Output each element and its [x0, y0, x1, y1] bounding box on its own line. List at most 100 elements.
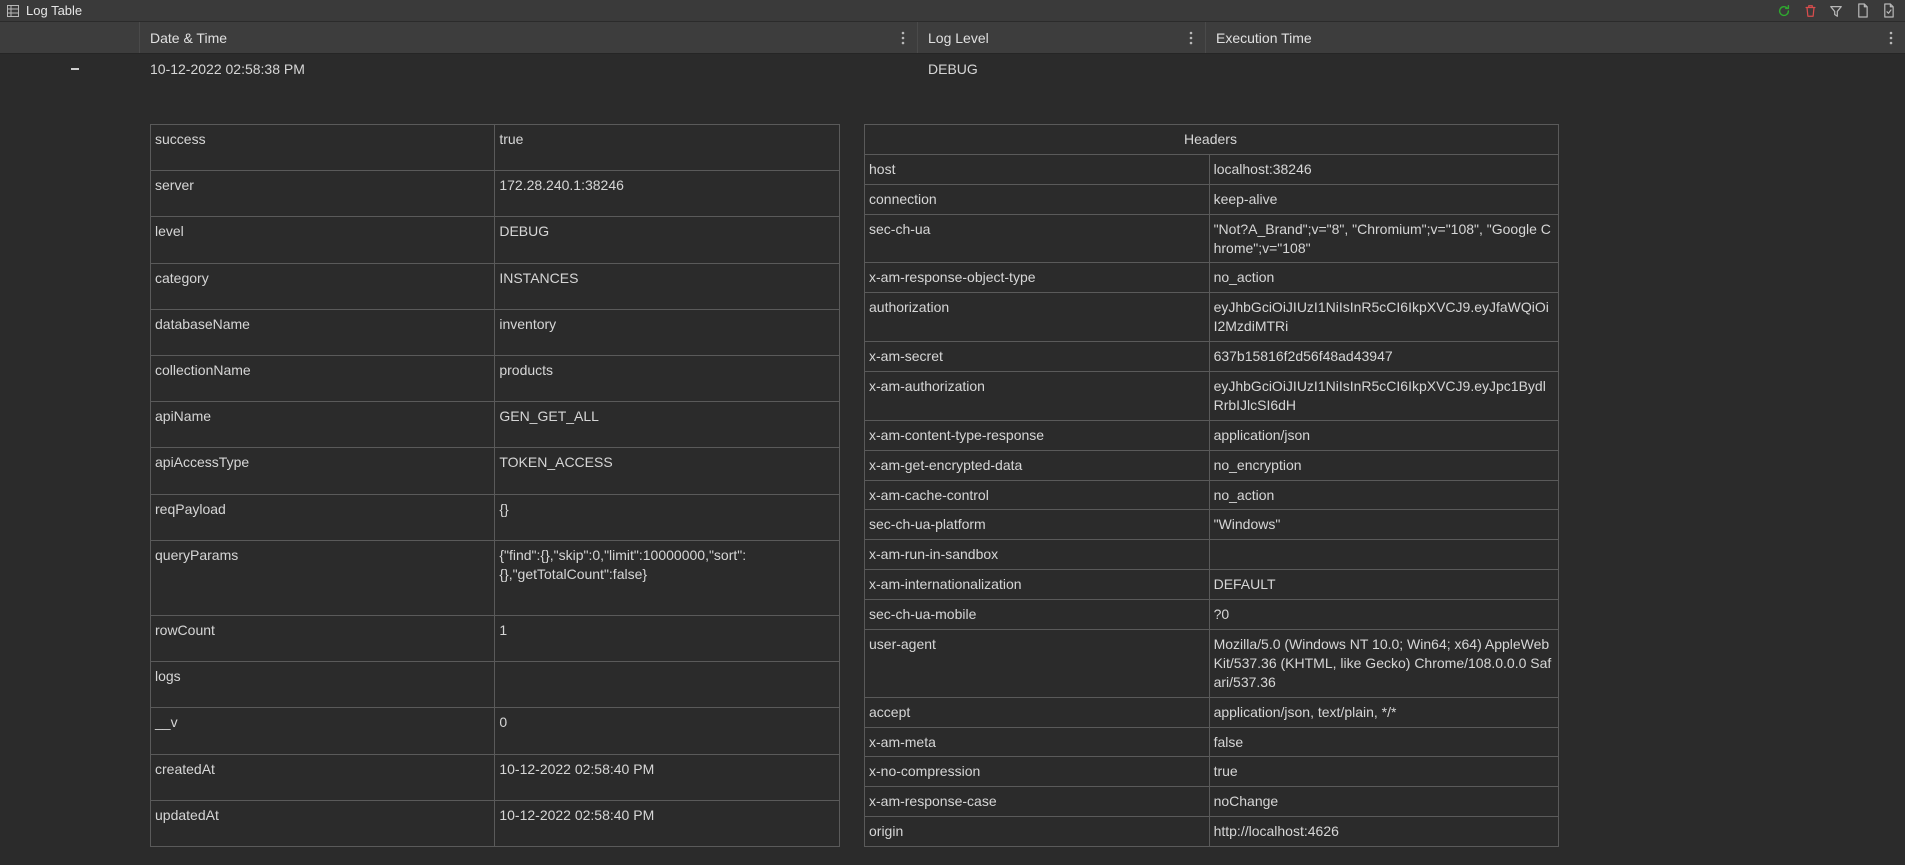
header-key: x-am-cache-control	[865, 480, 1210, 510]
header-row: authorizationeyJhbGciOiJIUzI1NiIsInR5cCI…	[865, 293, 1559, 342]
header-value: no_encryption	[1209, 450, 1558, 480]
detail-value: 1	[495, 616, 840, 662]
header-value: no_action	[1209, 263, 1558, 293]
column-menu-loglevel[interactable]	[1183, 30, 1199, 46]
header-key: sec-ch-ua	[865, 214, 1210, 263]
detail-value	[495, 662, 840, 708]
cell-loglevel: DEBUG	[918, 61, 1206, 77]
header-row: x-am-metafalse	[865, 727, 1559, 757]
detail-row: queryParams{"find":{},"skip":0,"limit":1…	[151, 540, 840, 615]
header-value: false	[1209, 727, 1558, 757]
detail-key: logs	[151, 662, 495, 708]
header-row: hostlocalhost:38246	[865, 154, 1559, 184]
detail-key: updatedAt	[151, 800, 495, 846]
detail-row: rowCount1	[151, 616, 840, 662]
detail-key: __v	[151, 708, 495, 754]
copy-button[interactable]	[1877, 2, 1899, 20]
header-datetime[interactable]: Date & Time	[140, 22, 918, 53]
header-loglevel-label: Log Level	[928, 30, 989, 46]
header-value: eyJhbGciOiJIUzI1NiIsInR5cCI6IkpXVCJ9.eyJ…	[1209, 372, 1558, 421]
filter-button[interactable]	[1825, 2, 1847, 20]
header-key: authorization	[865, 293, 1210, 342]
detail-row: server172.28.240.1:38246	[151, 171, 840, 217]
header-value: "Windows"	[1209, 510, 1558, 540]
header-key: x-am-content-type-response	[865, 420, 1210, 450]
header-key: x-am-internationalization	[865, 570, 1210, 600]
header-loglevel[interactable]: Log Level	[918, 22, 1206, 53]
table-header: Date & Time Log Level Execution Time	[0, 22, 1905, 54]
detail-table-headers: Headers hostlocalhost:38246connectionkee…	[864, 124, 1559, 847]
header-row: acceptapplication/json, text/plain, */*	[865, 697, 1559, 727]
detail-key: level	[151, 217, 495, 263]
header-key: x-am-response-case	[865, 787, 1210, 817]
header-value	[1209, 540, 1558, 570]
header-row: sec-ch-ua-platform"Windows"	[865, 510, 1559, 540]
header-key: sec-ch-ua-mobile	[865, 600, 1210, 630]
column-menu-datetime[interactable]	[895, 30, 911, 46]
detail-value: DEBUG	[495, 217, 840, 263]
cell-datetime: 10-12-2022 02:58:38 PM	[140, 61, 918, 77]
header-value: application/json, text/plain, */*	[1209, 697, 1558, 727]
header-row: connectionkeep-alive	[865, 184, 1559, 214]
detail-row: apiAccessTypeTOKEN_ACCESS	[151, 448, 840, 494]
header-key: origin	[865, 817, 1210, 847]
table-row[interactable]: 10-12-2022 02:58:38 PM DEBUG	[0, 54, 1905, 84]
detail-value: 0	[495, 708, 840, 754]
detail-table-left: successtrueserver172.28.240.1:38246level…	[150, 124, 840, 847]
panel-title: Log Table	[26, 3, 82, 18]
header-key: user-agent	[865, 630, 1210, 698]
header-value: http://localhost:4626	[1209, 817, 1558, 847]
header-datetime-label: Date & Time	[150, 30, 227, 46]
detail-key: createdAt	[151, 754, 495, 800]
column-menu-exectime[interactable]	[1883, 30, 1899, 46]
detail-value: {}	[495, 494, 840, 540]
detail-value: TOKEN_ACCESS	[495, 448, 840, 494]
header-value: keep-alive	[1209, 184, 1558, 214]
detail-value: 10-12-2022 02:58:40 PM	[495, 754, 840, 800]
detail-row: logs	[151, 662, 840, 708]
detail-key: rowCount	[151, 616, 495, 662]
detail-value: 172.28.240.1:38246	[495, 171, 840, 217]
detail-row: collectionNameproducts	[151, 355, 840, 401]
header-key: x-am-run-in-sandbox	[865, 540, 1210, 570]
detail-row: createdAt10-12-2022 02:58:40 PM	[151, 754, 840, 800]
header-row: originhttp://localhost:4626	[865, 817, 1559, 847]
detail-value: inventory	[495, 309, 840, 355]
detail-key: category	[151, 263, 495, 309]
detail-value: 10-12-2022 02:58:40 PM	[495, 800, 840, 846]
detail-key: reqPayload	[151, 494, 495, 540]
detail-row: __v0	[151, 708, 840, 754]
detail-value: products	[495, 355, 840, 401]
delete-button[interactable]	[1799, 2, 1821, 20]
panel-titlebar: Log Table	[0, 0, 1905, 22]
detail-panel: successtrueserver172.28.240.1:38246level…	[0, 84, 1905, 857]
collapse-icon[interactable]	[67, 61, 83, 77]
header-row: x-am-content-type-responseapplication/js…	[865, 420, 1559, 450]
header-value: true	[1209, 757, 1558, 787]
header-row: x-am-run-in-sandbox	[865, 540, 1559, 570]
header-exectime[interactable]: Execution Time	[1206, 22, 1905, 53]
header-value: "Not?A_Brand";v="8", "Chromium";v="108",…	[1209, 214, 1558, 263]
export-button[interactable]	[1851, 2, 1873, 20]
header-value: DEFAULT	[1209, 570, 1558, 600]
detail-row: apiNameGEN_GET_ALL	[151, 402, 840, 448]
detail-row: successtrue	[151, 125, 840, 171]
detail-key: apiAccessType	[151, 448, 495, 494]
header-value: ?0	[1209, 600, 1558, 630]
detail-row: levelDEBUG	[151, 217, 840, 263]
header-row: x-am-secret637b15816f2d56f48ad43947	[865, 342, 1559, 372]
refresh-button[interactable]	[1773, 2, 1795, 20]
header-key: x-am-secret	[865, 342, 1210, 372]
header-value: noChange	[1209, 787, 1558, 817]
header-key: sec-ch-ua-platform	[865, 510, 1210, 540]
detail-value: true	[495, 125, 840, 171]
detail-key: server	[151, 171, 495, 217]
header-value: no_action	[1209, 480, 1558, 510]
header-key: x-no-compression	[865, 757, 1210, 787]
header-value: localhost:38246	[1209, 154, 1558, 184]
detail-value: {"find":{},"skip":0,"limit":10000000,"so…	[495, 540, 840, 615]
detail-key: collectionName	[151, 355, 495, 401]
header-key: x-am-response-object-type	[865, 263, 1210, 293]
header-row: x-am-response-casenoChange	[865, 787, 1559, 817]
header-row: x-no-compressiontrue	[865, 757, 1559, 787]
